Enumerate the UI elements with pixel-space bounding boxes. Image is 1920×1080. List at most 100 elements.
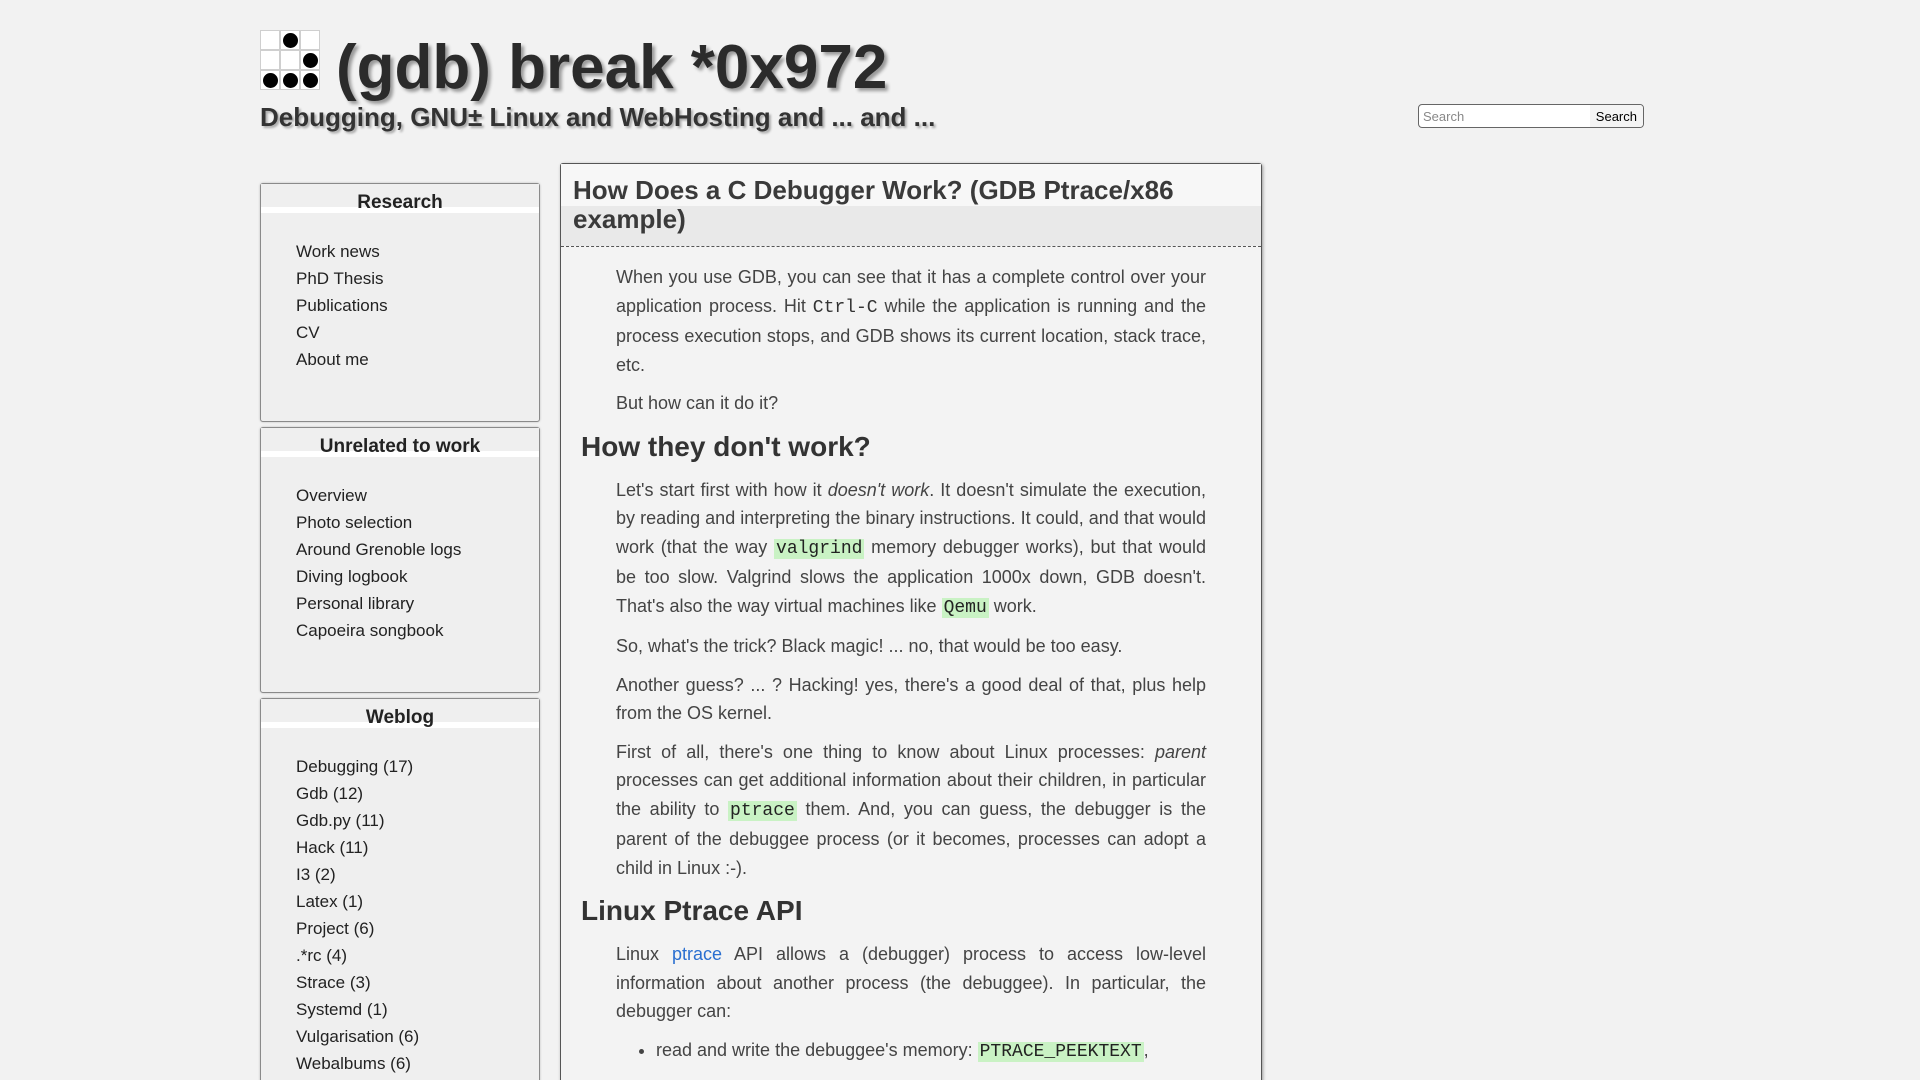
logo-cell xyxy=(280,50,300,70)
capabilities-list: read and write the debuggee's memory: PT… xyxy=(616,1036,1206,1067)
article: How Does a C Debugger Work? (GDB Ptrace/… xyxy=(560,163,1262,1080)
list-item[interactable]: Hack (11) xyxy=(296,834,539,861)
section-heading: How they don't work? xyxy=(581,430,871,462)
article-body: When you use GDB, you can see that it ha… xyxy=(561,247,1261,1066)
logo-cell xyxy=(280,70,300,90)
weblog-list: Debugging (17) Gdb (12) Gdb.py (11) Hack… xyxy=(261,735,539,1077)
logo-cell xyxy=(300,30,320,50)
unrelated-heading: Unrelated to work xyxy=(261,428,539,464)
site-title[interactable]: (gdb) break *0x972 xyxy=(336,28,887,108)
inline-code-valgrind: valgrind xyxy=(774,538,865,559)
text: Linux xyxy=(616,944,673,964)
list-item[interactable]: I3 (2) xyxy=(296,861,539,888)
list-item[interactable]: Publications xyxy=(296,292,539,319)
emphasis: doesn't work xyxy=(827,479,930,500)
paragraph-intro: When you use GDB, you can see that it ha… xyxy=(616,263,1206,379)
sidebar-item-systemd[interactable]: Systemd (1) xyxy=(296,1000,388,1019)
inline-code-ptrace: ptrace xyxy=(728,800,797,821)
search-form: Search xyxy=(1418,104,1644,128)
sidebar-item-personal-library[interactable]: Personal library xyxy=(296,594,414,613)
sidebar-item-gdb-py[interactable]: Gdb.py (11) xyxy=(296,811,385,830)
paragraph-question: But how can it do it? xyxy=(616,393,779,413)
list-item[interactable]: Project (6) xyxy=(296,915,539,942)
paragraph-how-not: Let's start first with how it doesn't wo… xyxy=(616,476,1206,623)
list-item[interactable]: About me xyxy=(296,346,539,373)
logo-dot xyxy=(302,52,318,68)
sidebar-item-about-me[interactable]: About me xyxy=(296,350,369,369)
article-title[interactable]: How Does a C Debugger Work? (GDB Ptrace/… xyxy=(573,176,1249,234)
research-list: Work news PhD Thesis Publications CV Abo… xyxy=(261,220,539,373)
sidebar-item-strace[interactable]: Strace (3) xyxy=(296,973,371,992)
list-item[interactable]: Latex (1) xyxy=(296,888,539,915)
list-item[interactable]: Vulgarisation (6) xyxy=(296,1023,539,1050)
list-item[interactable]: Webalbums (6) xyxy=(296,1050,539,1077)
list-item[interactable]: Gdb.py (11) xyxy=(296,807,539,834)
logo-cell xyxy=(260,50,280,70)
sidebar-item-gdb[interactable]: Gdb (12) xyxy=(296,784,363,803)
sidebar: Research Work news PhD Thesis Publicatio… xyxy=(260,183,540,1080)
sidebar-item-debugging[interactable]: Debugging (17) xyxy=(296,757,413,776)
logo-cell xyxy=(280,30,300,50)
text: First of all, there's one thing to know … xyxy=(616,741,1155,762)
list-item: read and write the debuggee's memory: PT… xyxy=(656,1036,1206,1067)
list-item[interactable]: Personal library xyxy=(296,590,539,617)
sidebar-item-i3[interactable]: I3 (2) xyxy=(296,865,336,884)
list-item[interactable]: Capoeira songbook xyxy=(296,617,539,644)
list-item[interactable]: Debugging (17) xyxy=(296,753,539,780)
article-header: How Does a C Debugger Work? (GDB Ptrace/… xyxy=(561,164,1261,247)
research-box: Research Work news PhD Thesis Publicatio… xyxy=(260,183,540,422)
site-subtitle: Debugging, GNU± Linux and WebHosting and… xyxy=(260,102,936,132)
logo-cell xyxy=(300,50,320,70)
section-heading: Linux Ptrace API xyxy=(581,895,803,926)
logo-cell xyxy=(260,70,280,90)
paragraph-guess: Another guess? ... ? Hacking! yes, there… xyxy=(616,674,1206,724)
site-logo-icon[interactable] xyxy=(260,30,320,90)
sidebar-item-publications[interactable]: Publications xyxy=(296,296,388,315)
sidebar-item-hack[interactable]: Hack (11) xyxy=(296,838,368,857)
text: , xyxy=(1143,1039,1149,1060)
logo-dot xyxy=(262,72,278,88)
sidebar-item-latex[interactable]: Latex (1) xyxy=(296,892,363,911)
sidebar-item-work-news[interactable]: Work news xyxy=(296,242,380,261)
list-item[interactable]: CV xyxy=(296,319,539,346)
search-input[interactable] xyxy=(1419,106,1590,126)
sidebar-item-vulgarisation[interactable]: Vulgarisation (6) xyxy=(296,1027,419,1046)
inline-code: Ctrl-C xyxy=(812,297,878,318)
search-button[interactable]: Search xyxy=(1589,105,1643,127)
list-item[interactable]: Gdb (12) xyxy=(296,780,539,807)
list-item[interactable]: Work news xyxy=(296,238,539,265)
sidebar-item-overview[interactable]: Overview xyxy=(296,486,367,505)
paragraph-ptrace-api: Linux ptrace API allows a (debugger) pro… xyxy=(616,940,1206,1026)
logo-dot xyxy=(302,72,318,88)
list-item[interactable]: Photo selection xyxy=(296,509,539,536)
sidebar-item-capoeira-songbook[interactable]: Capoeira songbook xyxy=(296,621,443,640)
page: (gdb) break *0x972 Debugging, GNU± Linux… xyxy=(0,0,1920,1080)
unrelated-box: Unrelated to work Overview Photo selecti… xyxy=(260,427,540,693)
list-item[interactable]: Around Grenoble logs xyxy=(296,536,539,563)
text: Let's start first with how it xyxy=(616,479,828,500)
list-item[interactable]: Strace (3) xyxy=(296,969,539,996)
list-item[interactable]: .*rc (4) xyxy=(296,942,539,969)
sidebar-item-grenoble-logs[interactable]: Around Grenoble logs xyxy=(296,540,461,559)
list-item[interactable]: Diving logbook xyxy=(296,563,539,590)
list-item[interactable]: Overview xyxy=(296,482,539,509)
text: work. xyxy=(988,595,1037,616)
research-heading: Research xyxy=(261,184,539,220)
sidebar-item-photo-selection[interactable]: Photo selection xyxy=(296,513,412,532)
sidebar-item-diving-logbook[interactable]: Diving logbook xyxy=(296,567,408,586)
text: read and write the debuggee's memory: xyxy=(656,1039,978,1060)
list-item[interactable]: Systemd (1) xyxy=(296,996,539,1023)
sidebar-item-webalbums[interactable]: Webalbums (6) xyxy=(296,1054,411,1073)
sidebar-item-cv[interactable]: CV xyxy=(296,323,320,342)
weblog-box: Weblog Debugging (17) Gdb (12) Gdb.py (1… xyxy=(260,698,540,1080)
list-item[interactable]: PhD Thesis xyxy=(296,265,539,292)
logo-dot xyxy=(282,72,298,88)
logo-cell xyxy=(260,30,280,50)
inline-code-qemu: Qemu xyxy=(941,597,989,618)
sidebar-item-rc[interactable]: .*rc (4) xyxy=(296,946,347,965)
paragraph-trick: So, what's the trick? Black magic! ... n… xyxy=(616,636,1123,656)
ptrace-link[interactable]: ptrace xyxy=(672,944,722,964)
sidebar-item-phd-thesis[interactable]: PhD Thesis xyxy=(296,269,384,288)
sidebar-item-project[interactable]: Project (6) xyxy=(296,919,374,938)
paragraph-parent: First of all, there's one thing to know … xyxy=(616,738,1206,883)
